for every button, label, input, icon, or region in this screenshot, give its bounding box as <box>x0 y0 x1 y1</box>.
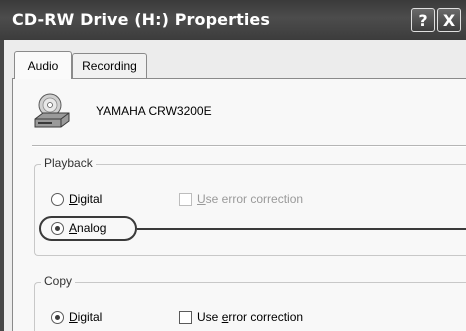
copy-error-correction-label[interactable]: Use error correction <box>197 310 303 324</box>
copy-error-correction-checkbox[interactable] <box>179 311 192 324</box>
callout-highlight <box>39 216 137 241</box>
help-button[interactable]: ? <box>411 8 435 32</box>
separator <box>32 145 466 147</box>
tab-recording[interactable]: Recording <box>72 53 147 78</box>
playback-group: Playback <box>34 156 466 256</box>
help-icon: ? <box>418 10 428 30</box>
copy-legend: Copy <box>41 274 76 288</box>
window-frame-left <box>0 40 4 331</box>
callout-line <box>137 228 466 230</box>
tab-audio[interactable]: Audio <box>14 51 72 79</box>
drive-name: YAMAHA CRW3200E <box>96 104 212 118</box>
close-button[interactable]: X <box>437 8 461 32</box>
playback-error-correction-label[interactable]: Use error correction <box>197 192 303 206</box>
tab-recording-label: Recording <box>82 59 137 73</box>
playback-digital-radio[interactable] <box>51 193 64 206</box>
copy-digital-radio[interactable] <box>51 311 64 324</box>
playback-error-correction-checkbox[interactable] <box>179 193 192 206</box>
close-icon: X <box>442 10 456 30</box>
playback-legend: Playback <box>41 156 96 170</box>
tab-audio-label: Audio <box>27 58 59 73</box>
window-title: CD-RW Drive (H:) Properties <box>12 10 271 29</box>
playback-digital-label[interactable]: Digital <box>69 192 102 206</box>
title-bar: CD-RW Drive (H:) Properties ? X <box>0 0 466 40</box>
copy-digital-label[interactable]: Digital <box>69 310 102 324</box>
cd-drive-icon <box>34 93 70 128</box>
